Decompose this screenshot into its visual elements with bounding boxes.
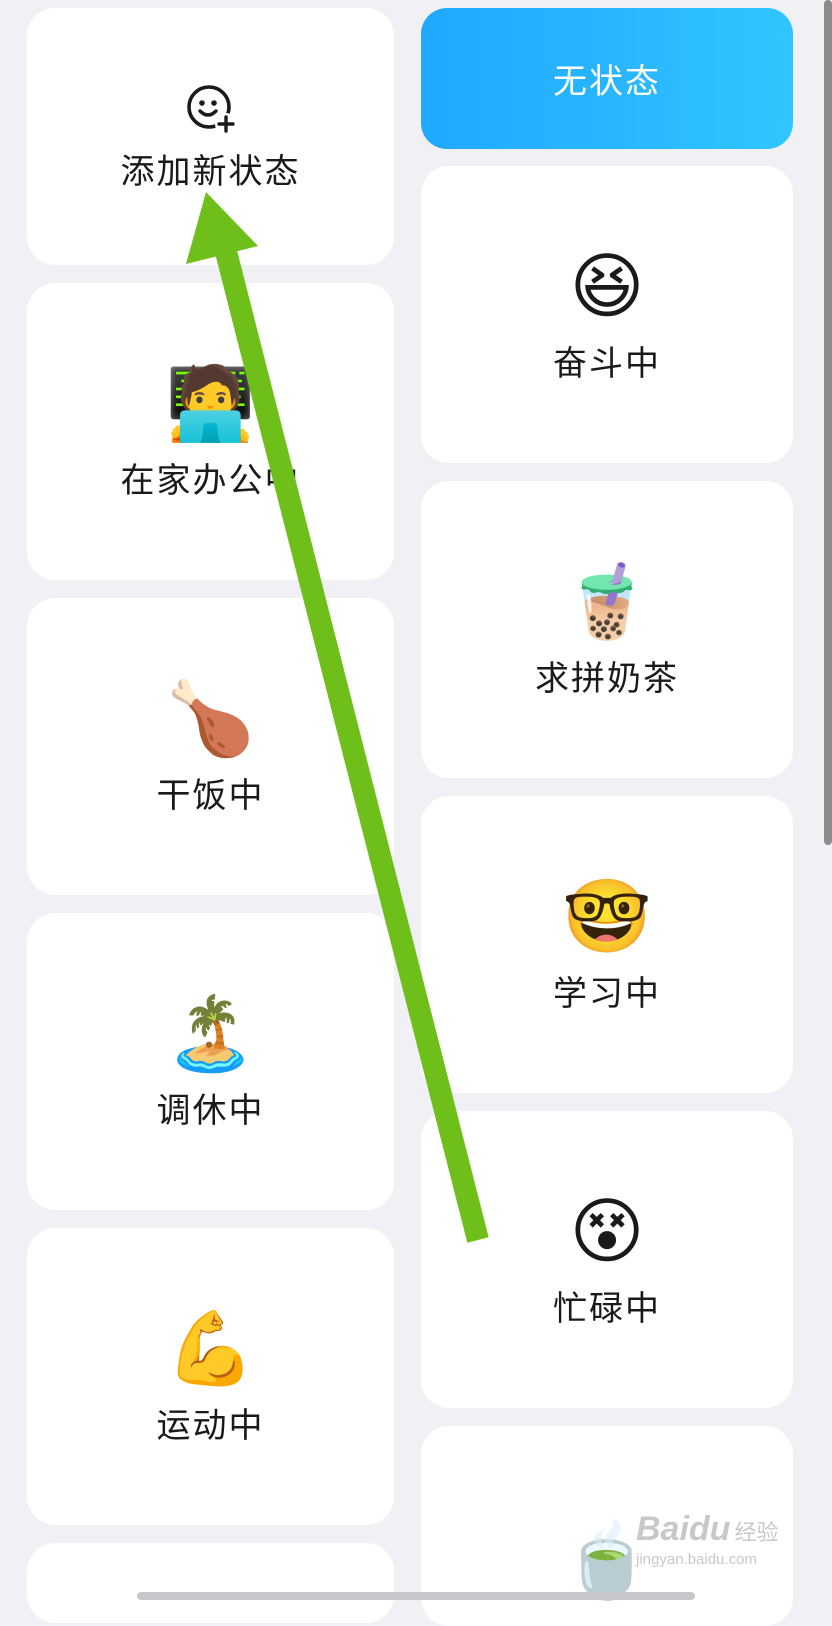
status-label: 奋斗中	[553, 343, 661, 384]
chicken-leg-emoji-icon: 🍗	[165, 675, 256, 760]
status-label: 调休中	[156, 1090, 265, 1131]
working-from-home-emoji-icon: 🧑‍💻	[165, 360, 256, 445]
baidu-jingyan-watermark: Baidu 经验 jingyan.baidu.com	[636, 1510, 779, 1568]
island-emoji-icon: 🏝️	[165, 990, 256, 1075]
add-emoji-icon	[186, 84, 237, 135]
status-card-studying[interactable]: 🤓 学习中	[421, 796, 793, 1093]
busy-laptop-emoji-icon: 😵	[569, 1188, 645, 1273]
grinning-headband-emoji-icon: 😆	[569, 243, 645, 328]
status-card-busy[interactable]: 😵 忙碌中	[421, 1111, 793, 1408]
add-new-status-label: 添加新状态	[120, 151, 301, 192]
flexed-bicep-emoji-icon: 💪	[165, 1305, 256, 1390]
status-label: 在家办公中	[120, 460, 301, 501]
scrollbar-thumb[interactable]	[824, 0, 832, 845]
status-card-day-off[interactable]: 🏝️ 调休中	[27, 913, 394, 1210]
home-indicator	[137, 1592, 695, 1600]
status-label: 忙碌中	[553, 1288, 661, 1329]
status-card-eating[interactable]: 🍗 干饭中	[27, 598, 394, 895]
status-card-striving[interactable]: 😆 奋斗中	[421, 166, 793, 463]
status-card-exercising[interactable]: 💪 运动中	[27, 1228, 394, 1525]
status-label: 干饭中	[156, 775, 265, 816]
nerd-glasses-emoji-icon: 🤓	[562, 873, 652, 958]
status-card-bubble-tea[interactable]: 🧋 求拼奶茶	[421, 481, 793, 778]
bubble-tea-emoji-icon: 🧋	[562, 558, 652, 643]
no-status-button[interactable]: 无状态	[421, 8, 793, 149]
status-label: 运动中	[156, 1405, 265, 1446]
status-card-work-from-home[interactable]: 🧑‍💻 在家办公中	[27, 283, 394, 580]
add-new-status-card[interactable]: 添加新状态	[27, 8, 394, 265]
status-label: 求拼奶茶	[535, 658, 679, 699]
status-label: 学习中	[553, 973, 661, 1014]
status-card-partial[interactable]	[27, 1543, 394, 1623]
